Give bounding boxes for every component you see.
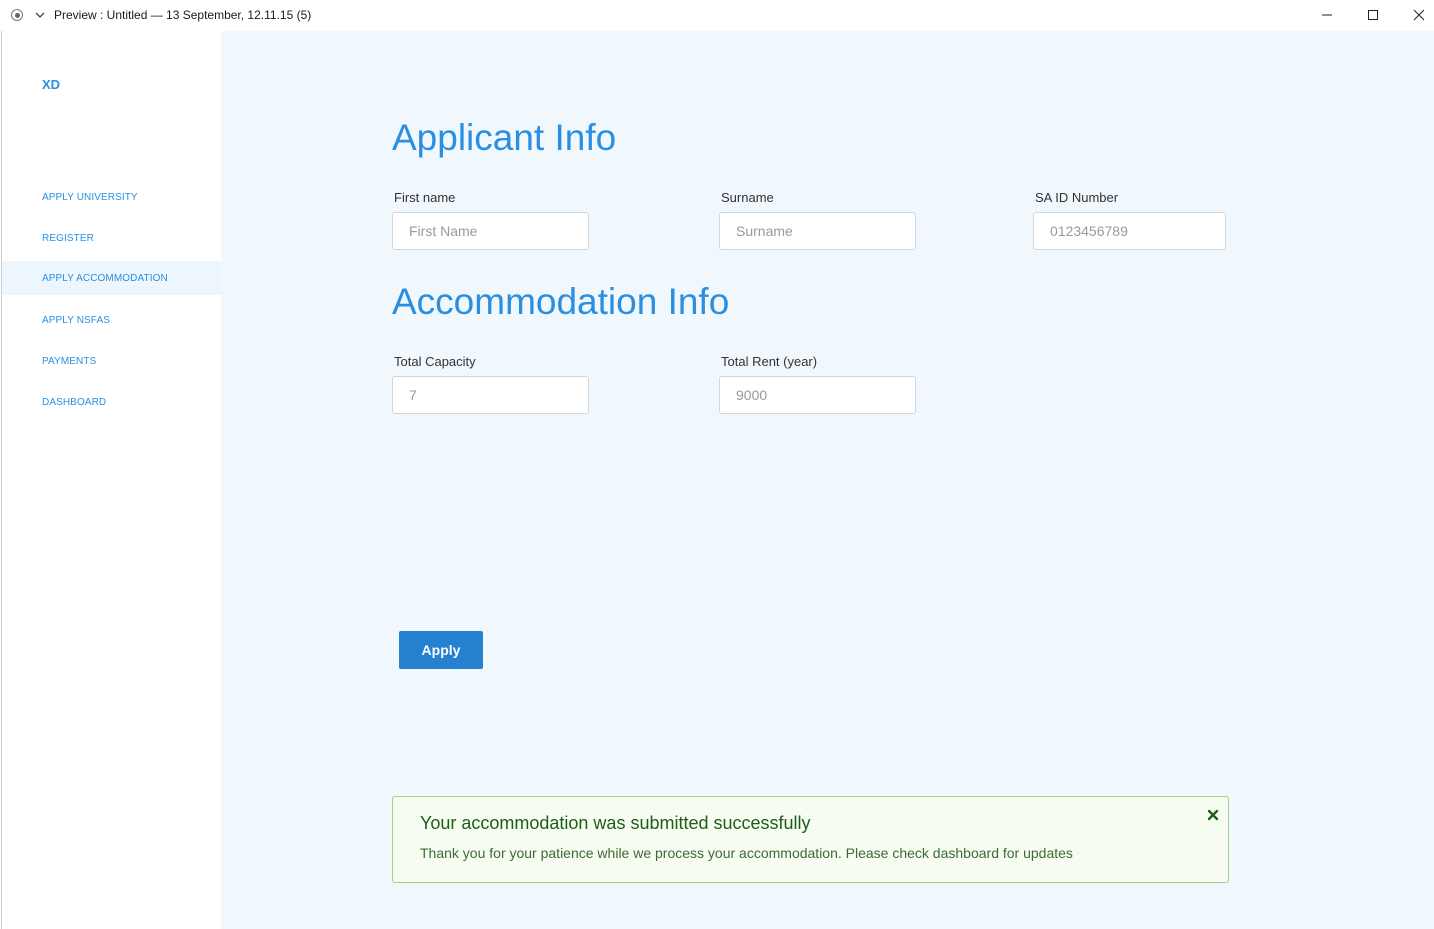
sidebar-item-apply-accommodation[interactable]: APPLY ACCOMMODATION bbox=[2, 261, 221, 295]
total-rent-input[interactable] bbox=[719, 376, 916, 414]
sidebar-item-register[interactable]: REGISTER bbox=[2, 221, 221, 255]
surname-input[interactable] bbox=[719, 212, 916, 250]
close-icon[interactable] bbox=[1205, 807, 1221, 823]
maximize-icon[interactable] bbox=[1363, 5, 1383, 25]
close-icon[interactable] bbox=[1409, 5, 1429, 25]
window-titlebar: Preview : Untitled — 13 September, 12.11… bbox=[0, 0, 1434, 31]
sidebar: XD APPLY UNIVERSITY REGISTER APPLY ACCOM… bbox=[1, 31, 222, 929]
success-alert: Your accommodation was submitted success… bbox=[392, 796, 1229, 883]
total-rent-label: Total Rent (year) bbox=[721, 354, 818, 369]
brand-logo: XD bbox=[42, 77, 61, 92]
chevron-down-icon[interactable] bbox=[33, 8, 47, 22]
sidebar-item-payments[interactable]: PAYMENTS bbox=[2, 344, 221, 378]
alert-title: Your accommodation was submitted success… bbox=[420, 813, 811, 833]
apply-button[interactable]: Apply bbox=[399, 631, 483, 669]
main-content: Applicant Info First name Surname SA ID … bbox=[221, 31, 1434, 929]
accommodation-info-title: Accommodation Info bbox=[392, 281, 730, 322]
sidebar-item-dashboard[interactable]: DASHBOARD bbox=[2, 385, 221, 419]
applicant-info-title: Applicant Info bbox=[392, 117, 617, 158]
record-icon[interactable] bbox=[11, 9, 23, 21]
sidebar-item-apply-nsfas[interactable]: APPLY NSFAS bbox=[2, 303, 221, 337]
minimize-icon[interactable] bbox=[1317, 5, 1337, 25]
total-capacity-label: Total Capacity bbox=[394, 354, 476, 369]
first-name-input[interactable] bbox=[392, 212, 589, 250]
id-number-input[interactable] bbox=[1033, 212, 1226, 250]
window-title: Preview : Untitled — 13 September, 12.11… bbox=[54, 8, 312, 22]
total-capacity-input[interactable] bbox=[392, 376, 589, 414]
id-number-label: SA ID Number bbox=[1035, 190, 1119, 205]
sidebar-item-apply-university[interactable]: APPLY UNIVERSITY bbox=[2, 180, 221, 214]
alert-message: Thank you for your patience while we pro… bbox=[420, 845, 1073, 861]
surname-label: Surname bbox=[721, 190, 774, 205]
first-name-label: First name bbox=[394, 190, 456, 205]
